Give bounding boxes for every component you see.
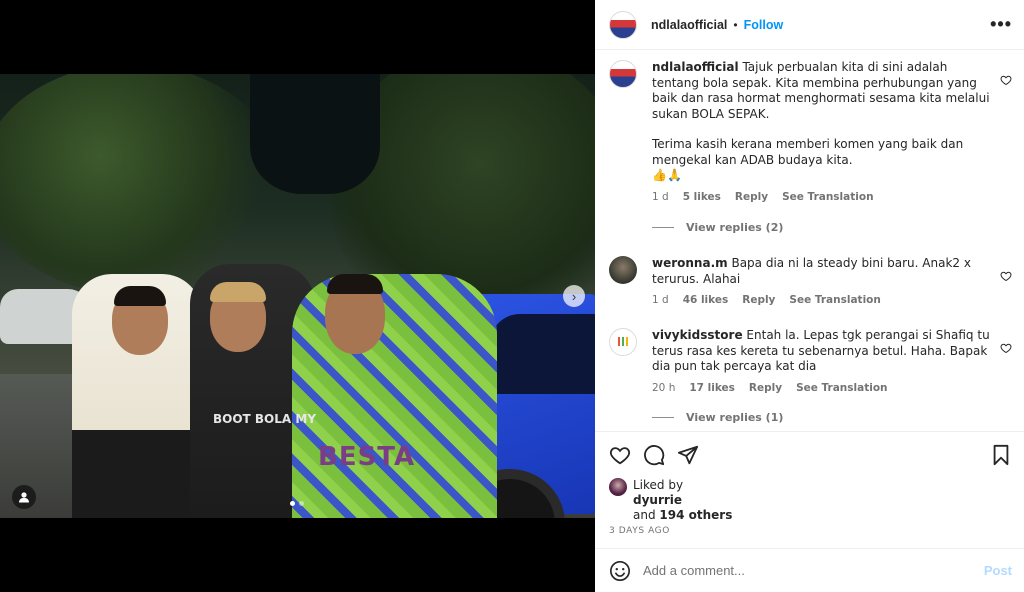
post-timestamp: 3 DAYS AGO [609,526,670,536]
avatar[interactable] [609,10,637,39]
comment-time: 1 d [652,294,669,306]
comment-meta: 1 d 46 likes Reply See Translation [652,293,992,309]
view-replies-label: View replies (2) [686,221,784,234]
view-replies-label: View replies (1) [686,411,784,424]
liker-username[interactable]: dyurrie [633,493,732,508]
post-actions [595,431,1024,476]
night-sky [250,74,380,194]
post-sidebar: ndlalaofficial • Follow ••• ndlalaoffici… [595,0,1024,592]
view-replies-button[interactable]: View replies (1) [652,411,783,424]
reply-button[interactable]: Reply [742,293,775,309]
comment-time: 20 h [652,381,676,394]
person-right [292,274,497,518]
comment-input[interactable] [643,563,963,578]
carousel-indicator [290,501,304,506]
and-label: and [633,508,656,522]
post-header: ndlalaofficial • Follow ••• [595,0,1024,50]
divider [652,417,674,418]
reply-button[interactable]: Reply [735,190,768,206]
next-photo-button[interactable]: › [563,285,585,307]
view-replies-button[interactable]: View replies (2) [652,221,783,234]
comment-body: weronna.m Bapa dia ni la steady bini bar… [652,256,992,309]
comment-body: vivykidsstore Entah la. Lepas tgk perang… [652,328,992,396]
shirt-print: BESTA [318,442,416,472]
comment-username[interactable]: ndlalaofficial [652,60,739,74]
see-translation-button[interactable]: See Translation [782,190,873,206]
carousel-dot [299,501,304,506]
comment-emoji: 👍🙏 [652,168,682,182]
see-translation-button[interactable]: See Translation [789,293,880,309]
carousel-dot-active [290,501,295,506]
hair [327,274,383,294]
comment-username[interactable]: weronna.m [652,256,728,270]
divider [652,227,674,228]
heart-icon[interactable] [1000,74,1012,86]
heart-icon[interactable] [1000,342,1012,354]
comment-username[interactable]: vivykidsstore [652,328,743,342]
chevron-right-icon: › [571,288,577,304]
heart-icon[interactable] [609,444,631,466]
comments-list[interactable]: ndlalaofficial Tajuk perbualan kita di s… [595,51,1024,431]
heart-icon[interactable] [1000,270,1012,282]
more-options-icon[interactable]: ••• [990,14,1012,35]
comment-likes[interactable]: 46 likes [683,293,729,309]
post-username[interactable]: ndlalaofficial [651,18,727,32]
liked-by-label: Liked by [633,478,684,492]
avatar[interactable] [609,328,637,356]
follow-button[interactable]: Follow [744,18,784,32]
comment-text: Terima kasih kerana memberi komen yang b… [652,137,964,167]
share-icon[interactable] [677,444,699,466]
user-icon [19,492,29,503]
comment-meta: 20 h 17 likes Reply See Translation [652,381,992,397]
comment-body: ndlalaofficial Tajuk perbualan kita di s… [652,60,992,205]
hair [210,282,266,302]
see-translation-button[interactable]: See Translation [796,381,887,397]
hair [114,286,166,306]
reply-button[interactable]: Reply [749,381,782,397]
bookmark-icon[interactable] [990,444,1012,466]
avatar[interactable] [609,478,627,496]
comment-time: 1 d [652,190,669,203]
likes-text: Liked by dyurrie and 194 others [633,478,732,523]
others-count[interactable]: 194 others [659,508,732,522]
post-comment-button[interactable]: Post [984,563,1012,578]
add-comment-bar: Post [595,548,1024,592]
avatar[interactable] [609,256,637,284]
comment-meta: 1 d 5 likes Reply See Translation [652,190,992,206]
comment-icon[interactable] [643,444,665,466]
post-photo[interactable]: BOOT BOLA MY BESTA [0,74,595,518]
tagged-users-button[interactable] [12,485,36,509]
emoji-icon[interactable] [609,560,631,582]
avatar[interactable] [609,60,637,88]
comment-likes[interactable]: 5 likes [683,190,721,206]
tree [0,74,280,294]
comment-likes[interactable]: 17 likes [689,381,735,397]
shirt-print: BOOT BOLA MY [213,412,317,426]
store-logo-icon [618,337,628,346]
separator-dot: • [733,17,738,32]
media-panel: BOOT BOLA MY BESTA › [0,0,595,592]
